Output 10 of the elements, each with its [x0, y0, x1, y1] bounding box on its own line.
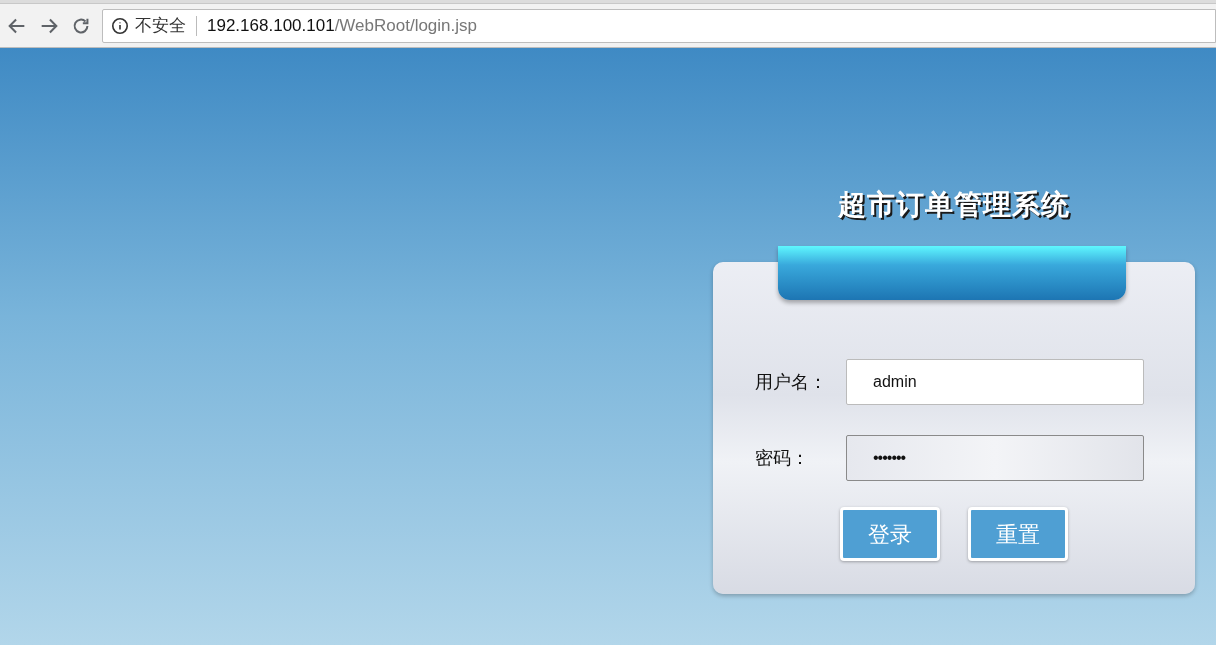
- address-bar[interactable]: 不安全 192.168.100.101/WebRoot/login.jsp: [102, 8, 1216, 43]
- url-host: 192.168.100.101: [207, 14, 335, 37]
- info-icon: [111, 16, 129, 35]
- field-label: 用户名：: [755, 370, 828, 394]
- field-label: 密码：: [755, 446, 810, 470]
- security-label: 不安全: [135, 14, 186, 37]
- password-field[interactable]: •••••••: [846, 435, 1144, 481]
- url-path: /WebRoot/login.jsp: [334, 14, 477, 37]
- username-field[interactable]: admin: [846, 359, 1144, 405]
- page-title: 超市订单管理系统: [838, 188, 1070, 222]
